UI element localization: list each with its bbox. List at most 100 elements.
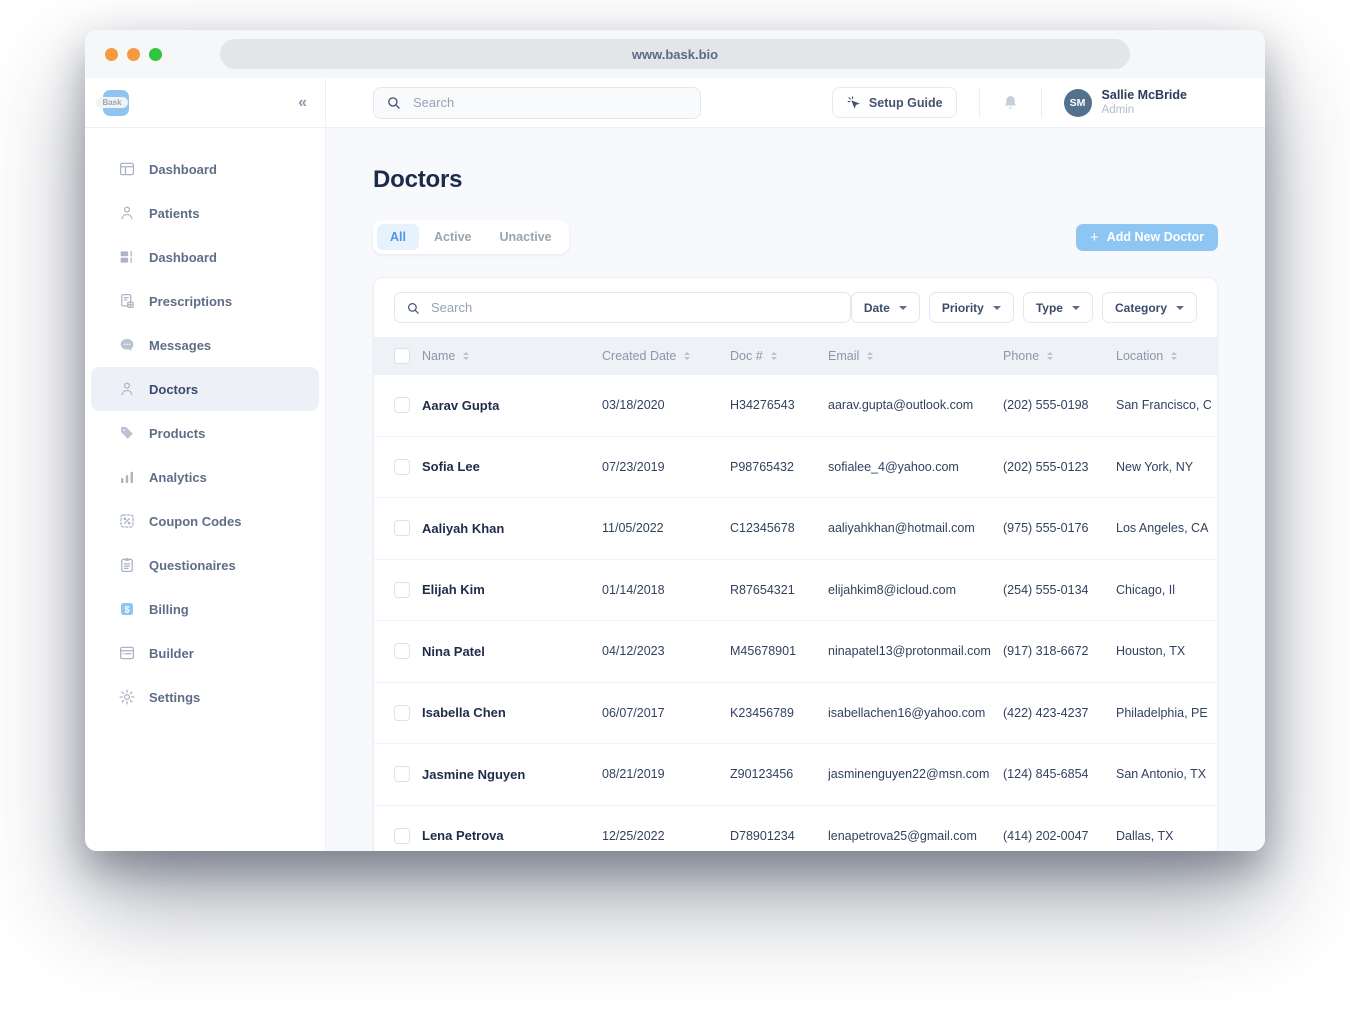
sidebar-item-settings[interactable]: Settings (91, 675, 319, 719)
sidebar-item-coupon-codes[interactable]: Coupon Codes (91, 499, 319, 543)
sidebar-item-prescriptions[interactable]: Prescriptions (91, 279, 319, 323)
header-search-input[interactable] (411, 94, 688, 111)
table-row[interactable]: Elijah Kim 01/14/2018 R87654321 elijahki… (374, 560, 1217, 622)
table-row[interactable]: Lena Petrova 12/25/2022 D78901234 lenape… (374, 806, 1217, 852)
column-header-phone[interactable]: Phone (1003, 349, 1116, 363)
cell-name: Isabella Chen (422, 705, 602, 720)
sidebar-item-builder[interactable]: Builder (91, 631, 319, 675)
sidebar-item-messages[interactable]: Messages (91, 323, 319, 367)
sidebar-item-label: Analytics (149, 470, 207, 485)
column-header-name[interactable]: Name (422, 349, 602, 363)
user-avatar[interactable]: SM (1064, 89, 1092, 117)
window-maximize-button[interactable] (149, 48, 162, 61)
cell-doc-number: R87654321 (730, 583, 828, 597)
header-search[interactable] (373, 87, 701, 119)
sidebar-item-label: Messages (149, 338, 211, 353)
cell-email: jasminenguyen22@msn.com (828, 767, 1003, 781)
table-row[interactable]: Sofia Lee 07/23/2019 P98765432 sofialee_… (374, 437, 1217, 499)
browser-window: www.bask.bio Bask « Dashboard Patients (85, 30, 1265, 851)
tab-unactive[interactable]: Unactive (487, 224, 565, 250)
patients-icon (118, 204, 136, 222)
products-icon (118, 424, 136, 442)
sidebar-item-dashboard[interactable]: Dashboard (91, 147, 319, 191)
cell-phone: (917) 318-6672 (1003, 644, 1116, 658)
cell-created-date: 04/12/2023 (602, 644, 730, 658)
row-checkbox[interactable] (394, 582, 410, 598)
billing-icon: $ (118, 600, 136, 618)
app-logo[interactable]: Bask (103, 90, 129, 116)
sidebar-item-doctors[interactable]: Doctors (91, 367, 319, 411)
collapse-sidebar-button[interactable]: « (298, 95, 307, 111)
table-search-input[interactable] (429, 299, 839, 316)
tab-all[interactable]: All (377, 224, 419, 250)
cell-location: Chicago, Il (1116, 583, 1211, 597)
setup-guide-button[interactable]: Setup Guide (832, 87, 957, 118)
sidebar-item-label: Products (149, 426, 205, 441)
cell-created-date: 06/07/2017 (602, 706, 730, 720)
filter-label: Date (864, 301, 890, 315)
column-header-email[interactable]: Email (828, 349, 1003, 363)
column-header-created-date[interactable]: Created Date (602, 349, 730, 363)
page-title: Doctors (373, 166, 1218, 194)
cursor-sparkle-icon (846, 95, 861, 110)
window-minimize-button[interactable] (127, 48, 140, 61)
sidebar-item-questionaires[interactable]: Questionaires (91, 543, 319, 587)
sidebar-item-label: Questionaires (149, 558, 236, 573)
cell-name: Elijah Kim (422, 582, 602, 597)
tab-active[interactable]: Active (421, 224, 485, 250)
row-checkbox[interactable] (394, 705, 410, 721)
column-header-location[interactable]: Location (1116, 349, 1211, 363)
cell-created-date: 12/25/2022 (602, 829, 730, 843)
row-checkbox[interactable] (394, 520, 410, 536)
cell-location: New York, NY (1116, 460, 1211, 474)
table-row[interactable]: Aarav Gupta 03/18/2020 H34276543 aarav.g… (374, 375, 1217, 437)
cell-email: aaliyahkhan@hotmail.com (828, 521, 1003, 535)
doctors-table-card: Date Priority Type Category Name Created… (373, 277, 1218, 851)
app-root: Bask « Dashboard Patients Dashboard (85, 78, 1265, 851)
plus-icon: + (1090, 229, 1099, 246)
sidebar-item-products[interactable]: Products (91, 411, 319, 455)
row-checkbox[interactable] (394, 828, 410, 844)
add-new-doctor-label: Add New Doctor (1107, 230, 1204, 244)
sidebar-item-billing[interactable]: $ Billing (91, 587, 319, 631)
filter-type-dropdown[interactable]: Type (1023, 292, 1093, 323)
analytics-icon (118, 468, 136, 486)
table-row[interactable]: Nina Patel 04/12/2023 M45678901 ninapate… (374, 621, 1217, 683)
table-row[interactable]: Aaliyah Khan 11/05/2022 C12345678 aaliya… (374, 498, 1217, 560)
table-row[interactable]: Jasmine Nguyen 08/21/2019 Z90123456 jasm… (374, 744, 1217, 806)
table-row[interactable]: Isabella Chen 06/07/2017 K23456789 isabe… (374, 683, 1217, 745)
dashboard-icon (118, 160, 136, 178)
cell-name: Jasmine Nguyen (422, 767, 602, 782)
cell-location: Dallas, TX (1116, 829, 1211, 843)
cell-doc-number: D78901234 (730, 829, 828, 843)
user-role: Admin (1102, 103, 1187, 117)
add-new-doctor-button[interactable]: + Add New Doctor (1076, 224, 1218, 251)
row-checkbox[interactable] (394, 459, 410, 475)
sort-icon (1047, 349, 1053, 363)
search-icon (406, 301, 420, 315)
filter-date-dropdown[interactable]: Date (851, 292, 920, 323)
url-bar[interactable]: www.bask.bio (220, 39, 1130, 69)
sidebar-item-analytics[interactable]: Analytics (91, 455, 319, 499)
row-checkbox[interactable] (394, 643, 410, 659)
window-close-button[interactable] (105, 48, 118, 61)
column-header-doc-number[interactable]: Doc # (730, 349, 828, 363)
cell-email: lenapetrova25@gmail.com (828, 829, 1003, 843)
notification-bell-icon[interactable] (1002, 94, 1019, 111)
row-checkbox[interactable] (394, 397, 410, 413)
cell-email: ninapatel13@protonmail.com (828, 644, 1003, 658)
cell-name: Nina Patel (422, 644, 602, 659)
cell-phone: (414) 202-0047 (1003, 829, 1116, 843)
sidebar-item-dashboard-2[interactable]: Dashboard (91, 235, 319, 279)
setup-guide-label: Setup Guide (869, 96, 943, 110)
sort-icon (1171, 349, 1177, 363)
filter-priority-dropdown[interactable]: Priority (929, 292, 1014, 323)
select-all-checkbox[interactable] (394, 348, 410, 364)
row-checkbox[interactable] (394, 766, 410, 782)
coupon-icon (118, 512, 136, 530)
filter-category-dropdown[interactable]: Category (1102, 292, 1197, 323)
divider (1041, 88, 1042, 118)
sidebar-item-patients[interactable]: Patients (91, 191, 319, 235)
chevron-down-icon (993, 306, 1001, 314)
table-search[interactable] (394, 292, 851, 323)
